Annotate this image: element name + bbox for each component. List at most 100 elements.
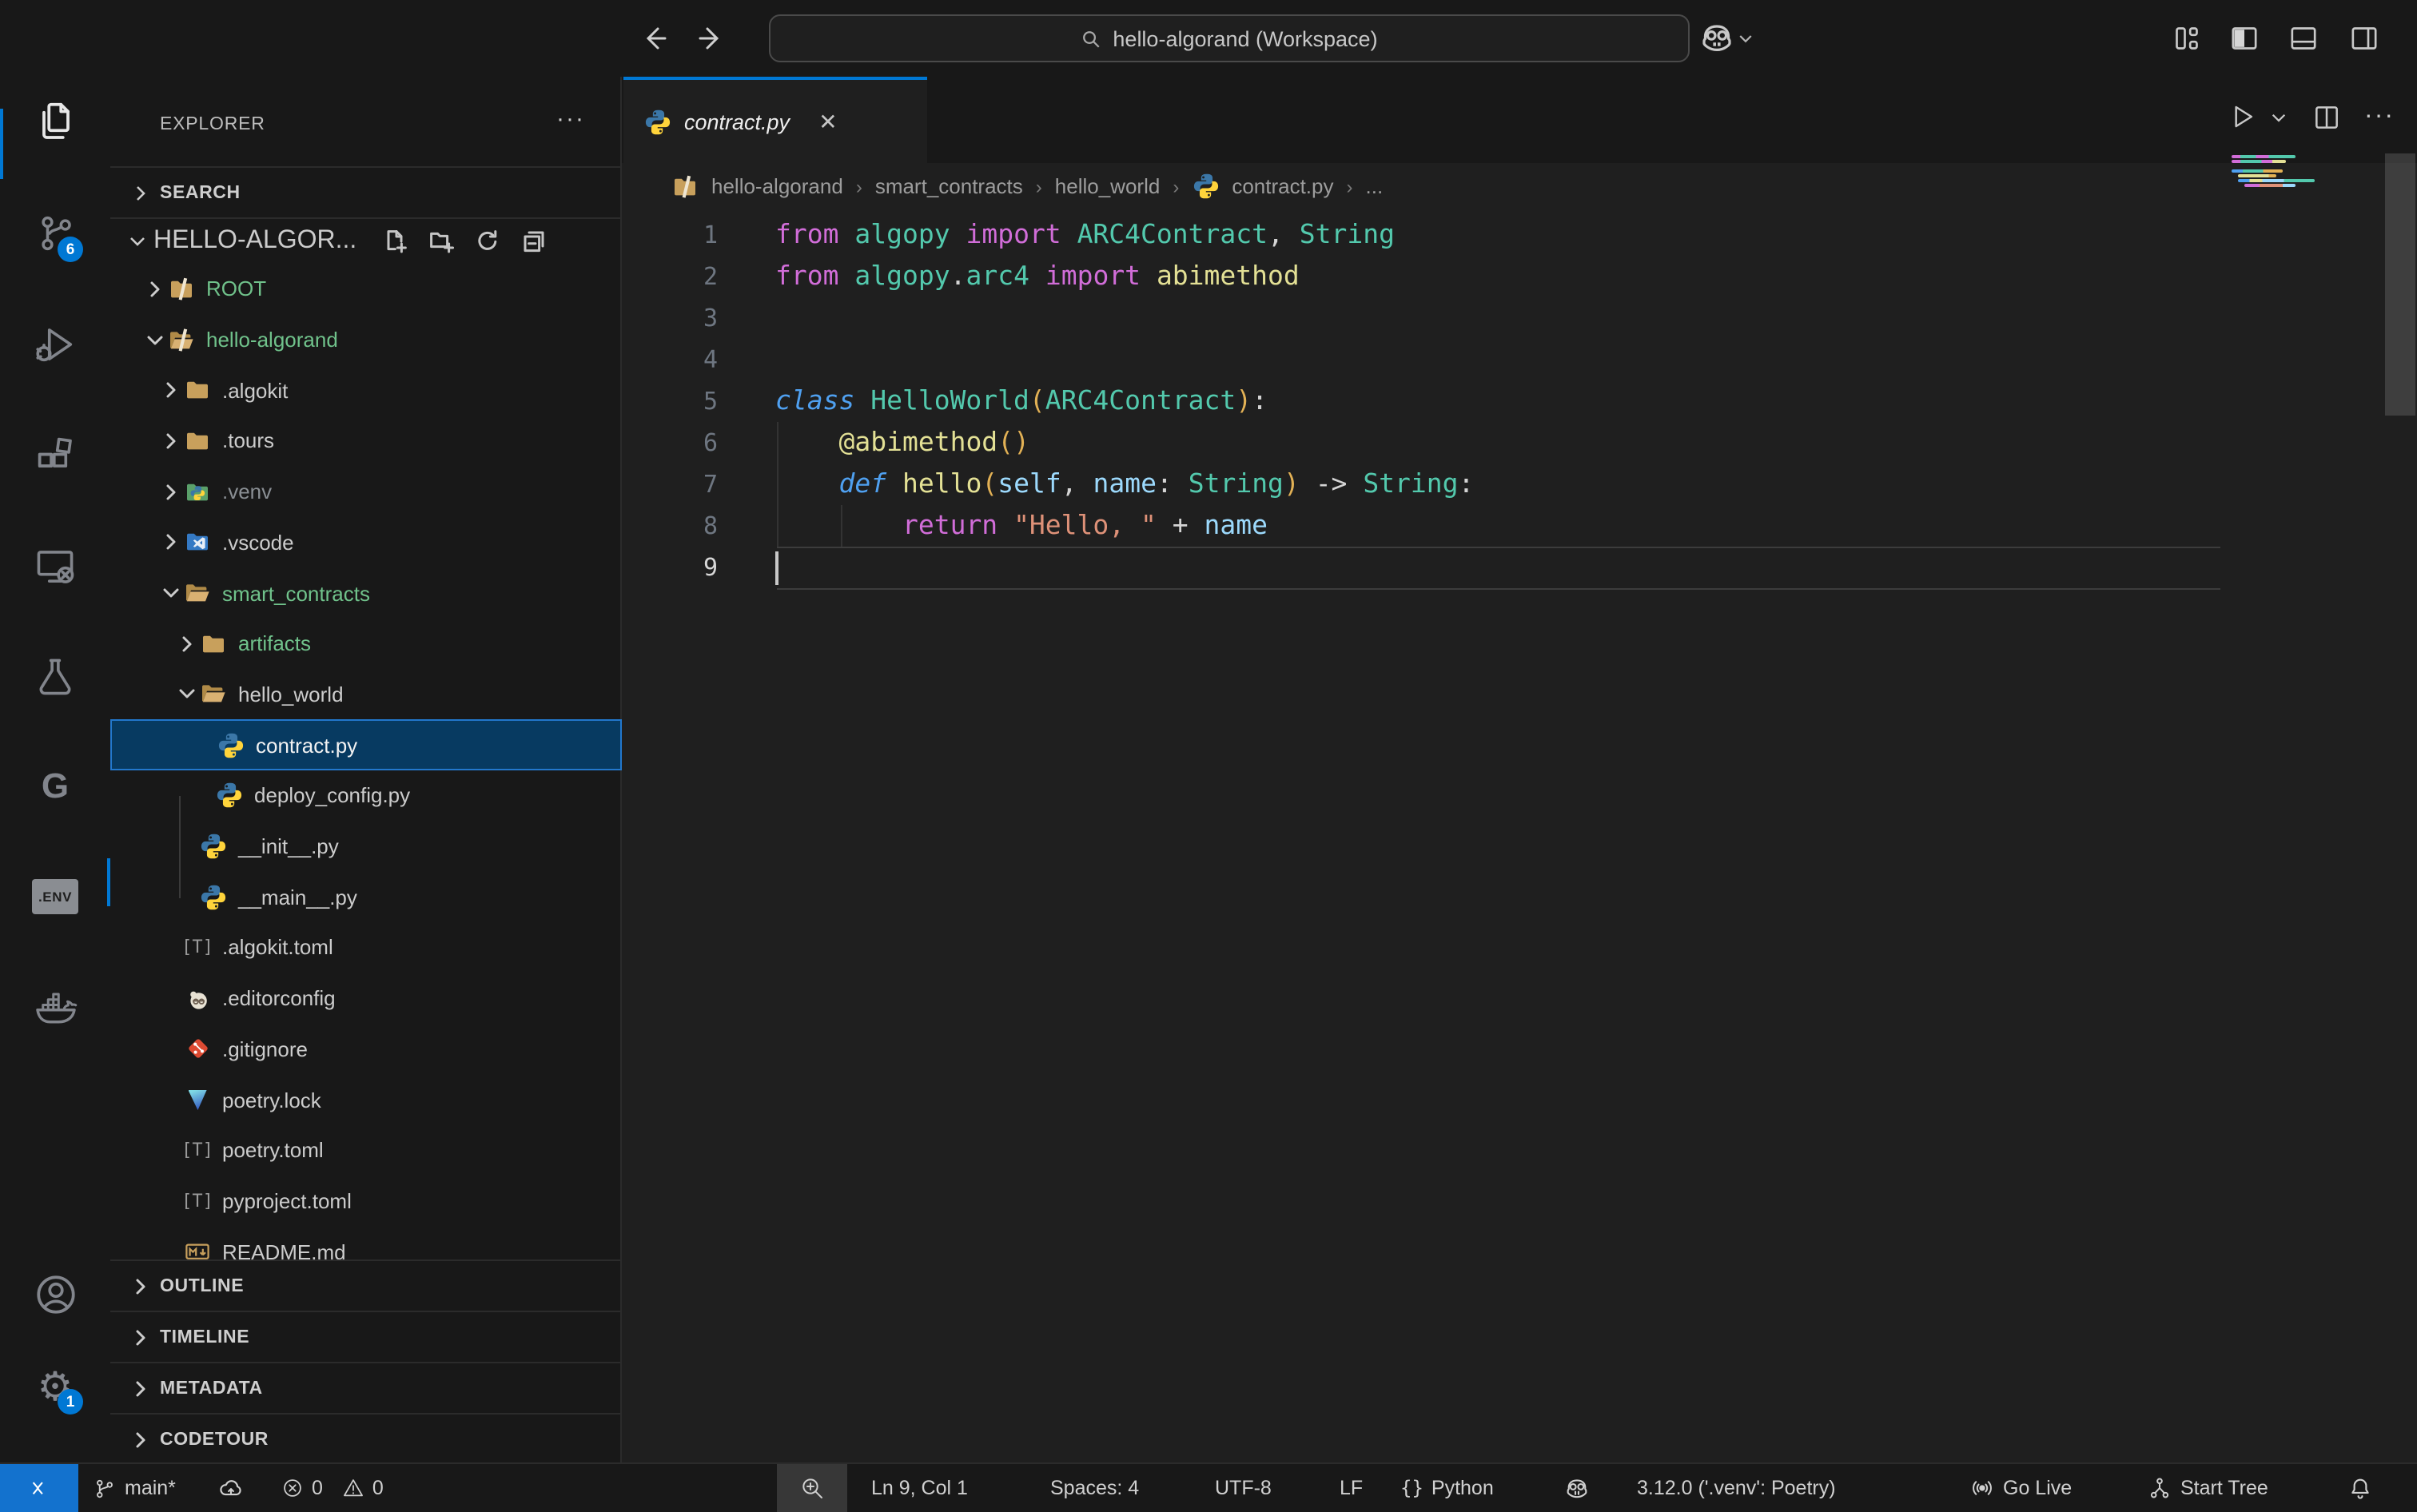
tree-item--editorconfig[interactable]: .editorconfig	[110, 973, 622, 1024]
chevron-right-icon[interactable]	[158, 428, 184, 454]
chevron-down-icon[interactable]	[174, 682, 200, 707]
tab-contract-py[interactable]: contract.py ✕	[623, 77, 927, 163]
search-section-header[interactable]: SEARCH	[110, 166, 622, 217]
tree-item-artifacts[interactable]: artifacts	[110, 619, 622, 669]
run-dropdown-icon[interactable]	[2268, 106, 2289, 127]
chevron-down-icon[interactable]	[158, 580, 184, 606]
breadcrumb-item[interactable]: ...	[1366, 174, 1384, 198]
copilot-icon[interactable]	[1698, 19, 1736, 58]
tree-item--main-py[interactable]: __main__.py	[110, 872, 622, 922]
go-live-icon	[1969, 1475, 1995, 1501]
tree-item-contract-py[interactable]: contract.py	[110, 720, 622, 770]
copilot-status-icon[interactable]	[1563, 1464, 1591, 1512]
chevron-right-icon[interactable]	[158, 377, 184, 403]
customize-layout-icon[interactable]	[2171, 22, 2203, 54]
breadcrumb-item[interactable]: hello-algorand	[711, 174, 843, 198]
tree-item--tours[interactable]: .tours	[110, 416, 622, 466]
branch-icon	[93, 1476, 117, 1500]
tree-item--algokit[interactable]: .algokit	[110, 365, 622, 416]
panel-label: OUTLINE	[160, 1276, 244, 1295]
tree-item--venv[interactable]: .venv	[110, 467, 622, 517]
git-branch-status[interactable]: main*	[93, 1464, 176, 1512]
run-button[interactable]	[2227, 101, 2259, 133]
explorer-icon[interactable]	[0, 83, 110, 160]
start-tree-status[interactable]: Start Tree	[2147, 1464, 2268, 1512]
panel-codetour[interactable]: CODETOUR	[110, 1413, 622, 1464]
tree-item--vscode[interactable]: .vscode	[110, 517, 622, 567]
chevron-right-icon[interactable]	[158, 479, 184, 504]
code-editor[interactable]: 1from algopy import ARC4Contract, String…	[622, 209, 2417, 1462]
tree-item-deploy-config-py[interactable]: deploy_config.py	[110, 770, 622, 821]
breadcrumb-separator: ›	[1036, 175, 1042, 197]
line-col-status[interactable]: Ln 9, Col 1	[871, 1464, 968, 1512]
breadcrumb-item[interactable]: smart_contracts	[875, 174, 1023, 198]
tab-close-icon[interactable]: ✕	[818, 108, 837, 135]
dotenv-icon[interactable]: .ENV	[0, 858, 110, 935]
breadcrumb-item[interactable]: hello_world	[1055, 174, 1161, 198]
chevron-right-icon[interactable]	[158, 530, 184, 555]
refresh-explorer-icon[interactable]	[475, 229, 500, 254]
tree-item--algokit-toml[interactable]: [T].algokit.toml	[110, 922, 622, 973]
tree-item-poetry-toml[interactable]: [T]poetry.toml	[110, 1125, 622, 1176]
testing-icon[interactable]	[0, 638, 110, 714]
toggle-sidebar-icon[interactable]	[2228, 22, 2260, 54]
tree-item-hello-algorand[interactable]: hello-algorand	[110, 314, 622, 364]
tree-item-smart-contracts[interactable]: smart_contracts	[110, 567, 622, 618]
extensions-icon[interactable]	[0, 417, 110, 494]
breadcrumb-item[interactable]: contract.py	[1232, 174, 1333, 198]
editor-more-actions-icon[interactable]: ···	[2364, 102, 2395, 131]
accounts-icon[interactable]	[0, 1256, 110, 1333]
copilot-chevron-icon[interactable]	[1736, 29, 1755, 48]
panel-outline[interactable]: OUTLINE	[110, 1259, 622, 1311]
settings-icon[interactable]: ⚙1	[0, 1347, 110, 1424]
problems-status[interactable]: 00	[281, 1464, 384, 1512]
search-icon	[1081, 28, 1101, 49]
run-and-debug-icon[interactable]	[0, 305, 110, 382]
tree-item-root[interactable]: ROOT	[110, 264, 622, 314]
go-live-status[interactable]: Go Live	[1969, 1464, 2072, 1512]
tree-item-readme-md[interactable]: README.md	[110, 1227, 622, 1259]
panel-timeline[interactable]: TIMELINE	[110, 1311, 622, 1362]
indentation-status[interactable]: Spaces: 4	[1050, 1464, 1139, 1512]
chevron-right-icon	[128, 1324, 153, 1350]
tree-item-poetry-lock[interactable]: poetry.lock	[110, 1074, 622, 1124]
tree-item-label: poetry.lock	[222, 1088, 321, 1112]
zoom-status[interactable]	[777, 1464, 847, 1512]
folder-icon	[184, 377, 211, 403]
notifications-bell-icon[interactable]	[2347, 1464, 2374, 1512]
explorer-more-actions-icon[interactable]: ···	[556, 105, 585, 133]
python-interpreter-status[interactable]: 3.12.0 ('.venv': Poetry)	[1637, 1464, 1836, 1512]
nav-forward-icon[interactable]	[695, 22, 727, 54]
tree-item-hello-world[interactable]: hello_world	[110, 669, 622, 719]
command-center-search[interactable]: hello-algorand (Workspace)	[769, 14, 1690, 62]
nav-back-icon[interactable]	[638, 22, 670, 54]
tree-item--gitignore[interactable]: .gitignore	[110, 1024, 622, 1074]
tree-item-pyproject-toml[interactable]: [T]pyproject.toml	[110, 1176, 622, 1226]
collapse-folders-icon[interactable]	[521, 229, 547, 254]
panel-metadata[interactable]: METADATA	[110, 1362, 622, 1413]
docker-icon[interactable]	[0, 969, 110, 1045]
new-file-icon[interactable]	[382, 229, 408, 254]
publish-changes-icon[interactable]	[217, 1464, 245, 1512]
chevron-right-icon[interactable]	[174, 631, 200, 656]
encoding-status[interactable]: UTF-8	[1215, 1464, 1272, 1512]
toggle-panel-icon[interactable]	[2288, 22, 2319, 54]
eol-status[interactable]: LF	[1340, 1464, 1363, 1512]
warning-count: 0	[372, 1477, 384, 1499]
remote-explorer-icon[interactable]	[0, 527, 110, 604]
minimap[interactable]	[2232, 155, 2321, 190]
chevron-right-icon[interactable]	[142, 277, 168, 302]
source-control-icon[interactable]: 6	[0, 195, 110, 272]
tree-item-label: poetry.toml	[222, 1138, 324, 1162]
language-status[interactable]: {}Python	[1400, 1464, 1494, 1512]
tree-item-label: hello-algorand	[206, 328, 338, 352]
editor-scrollbar[interactable]	[2385, 153, 2415, 416]
vscode-window: hello-algorand (Workspace) 6G.ENV⚙1 EXPL…	[0, 0, 2417, 1510]
split-editor-icon[interactable]	[2311, 101, 2342, 132]
tree-item--init-py[interactable]: __init__.py	[110, 821, 622, 871]
gitlens-icon[interactable]: G	[0, 748, 110, 825]
new-folder-icon[interactable]	[428, 229, 454, 254]
chevron-down-icon[interactable]	[142, 327, 168, 352]
toggle-secondary-sidebar-icon[interactable]	[2348, 22, 2380, 54]
remote-indicator[interactable]	[0, 1464, 78, 1512]
